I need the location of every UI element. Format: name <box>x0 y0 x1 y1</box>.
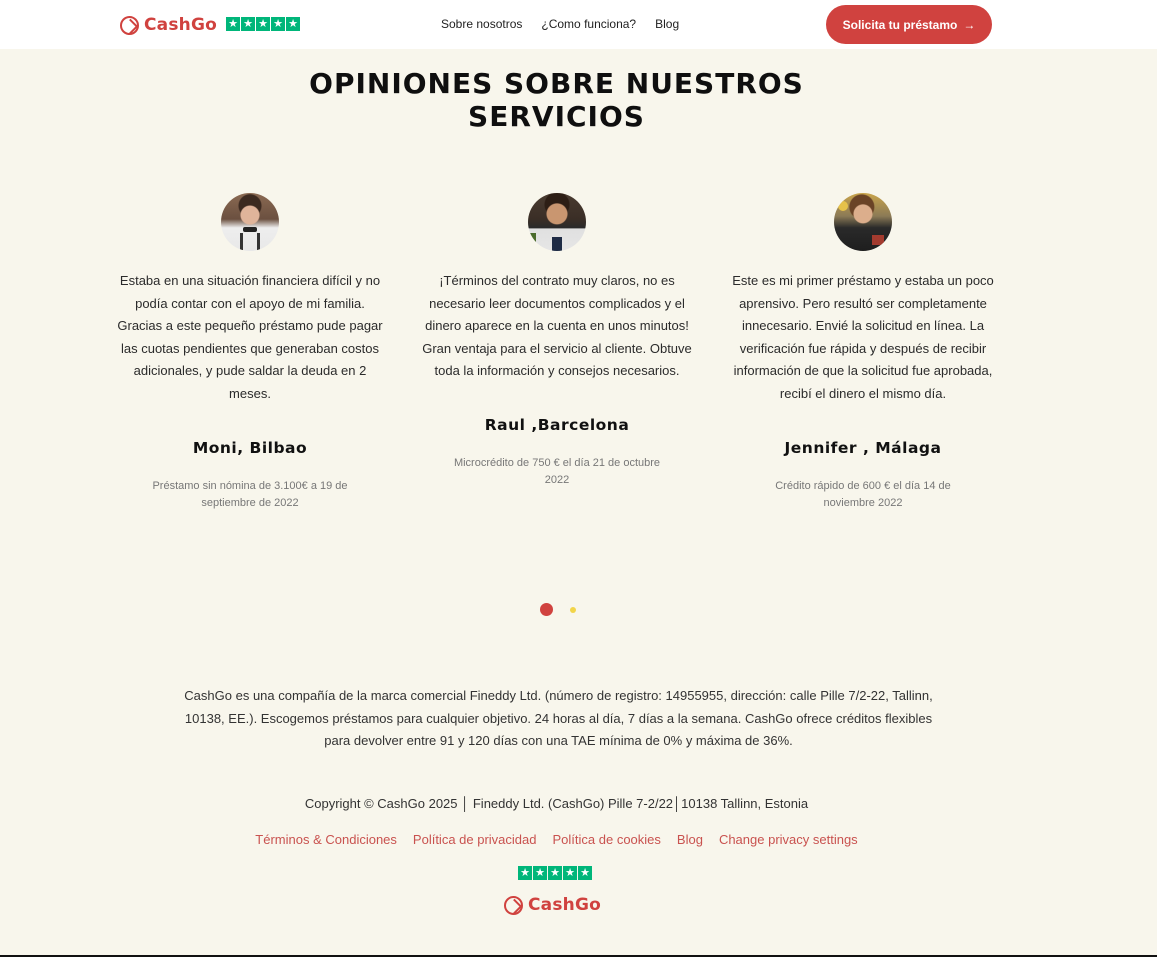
nav-blog[interactable]: Blog <box>655 17 679 31</box>
copyright: Copyright © CashGo 2025 │ Fineddy Ltd. (… <box>304 796 809 811</box>
testimonial-author: Raul ,Barcelona <box>484 415 630 434</box>
testimonial-text: ¡Términos del contrato muy claros, no es… <box>422 273 692 379</box>
testimonial-author: Moni, Bilbao <box>192 438 308 457</box>
carousel-dot-active[interactable] <box>540 603 553 616</box>
section-title-line2: SERVICIOS <box>468 100 645 133</box>
arrow-right-icon: → <box>963 17 976 32</box>
avatar <box>221 193 279 251</box>
star-icon: ★ <box>548 866 562 880</box>
section-title-line1: OPINIONES SOBRE NUESTROS <box>309 67 804 100</box>
footer-link-blog[interactable]: Blog <box>677 832 703 847</box>
apply-loan-button[interactable]: Solicita tu préstamo → <box>826 5 992 44</box>
star-icon: ★ <box>286 17 300 31</box>
avatar <box>834 193 892 251</box>
testimonial-text: Este es mi primer préstamo y estaba un p… <box>732 273 994 401</box>
avatar <box>528 193 586 251</box>
star-icon: ★ <box>533 866 547 880</box>
nav-sobre-nosotros[interactable]: Sobre nosotros <box>441 17 522 31</box>
star-icon: ★ <box>563 866 577 880</box>
star-icon: ★ <box>518 866 532 880</box>
testimonial-loan-info: Préstamo sin nómina de 3.100€ a 19 de se… <box>152 479 348 509</box>
star-icon: ★ <box>226 17 240 31</box>
testimonial-loan-info: Microcrédito de 750 € el día 21 de octub… <box>453 456 661 486</box>
cashgo-logo[interactable]: CashGo <box>120 15 217 35</box>
testimonial-text: Estaba en una situación financiera difíc… <box>117 273 383 401</box>
footer-link-terms[interactable]: Términos & Condiciones <box>255 832 397 847</box>
testimonial-loan-info: Crédito rápido de 600 € el día 14 de nov… <box>775 479 951 509</box>
testimonial-author: Jennifer , Málaga <box>784 438 942 457</box>
footer-cashgo-logo[interactable]: CashGo <box>504 895 601 915</box>
footer-link-privacy-settings[interactable]: Change privacy settings <box>719 832 858 847</box>
star-icon: ★ <box>271 17 285 31</box>
section-title: OPINIONES SOBRE NUESTROS SERVICIOS <box>0 67 1113 133</box>
footer-trustpilot-stars: ★ ★ ★ ★ ★ <box>518 866 592 880</box>
footer-link-privacy[interactable]: Política de privacidad <box>413 832 537 847</box>
carousel-pagination <box>540 603 576 616</box>
site-header: CashGo ★ ★ ★ ★ ★ Sobre nosotros ¿Como fu… <box>0 0 1157 49</box>
trustpilot-stars: ★ ★ ★ ★ ★ <box>226 17 300 31</box>
star-icon: ★ <box>578 866 592 880</box>
footer-brand-name: CashGo <box>528 895 602 915</box>
apply-loan-label: Solicita tu préstamo <box>842 17 958 32</box>
company-description: CashGo es una compañía de la marca comer… <box>184 688 933 749</box>
brand-name: CashGo <box>144 15 218 35</box>
cashgo-logo-icon <box>120 15 139 35</box>
star-icon: ★ <box>256 17 270 31</box>
cashgo-logo-icon <box>504 895 523 915</box>
testimonial-card: Estaba en una situación financiera difíc… <box>115 193 385 512</box>
footer-link-cookies[interactable]: Política de cookies <box>553 832 661 847</box>
footer-links: Términos & Condiciones Política de priva… <box>0 832 1113 847</box>
star-icon: ★ <box>241 17 255 31</box>
main-nav: Sobre nosotros ¿Como funciona? Blog <box>441 17 679 31</box>
testimonial-card: Este es mi primer préstamo y estaba un p… <box>728 193 998 512</box>
testimonial-card: ¡Términos del contrato muy claros, no es… <box>422 193 692 489</box>
nav-como-funciona[interactable]: ¿Como funciona? <box>541 17 636 31</box>
carousel-dot[interactable] <box>570 606 576 613</box>
